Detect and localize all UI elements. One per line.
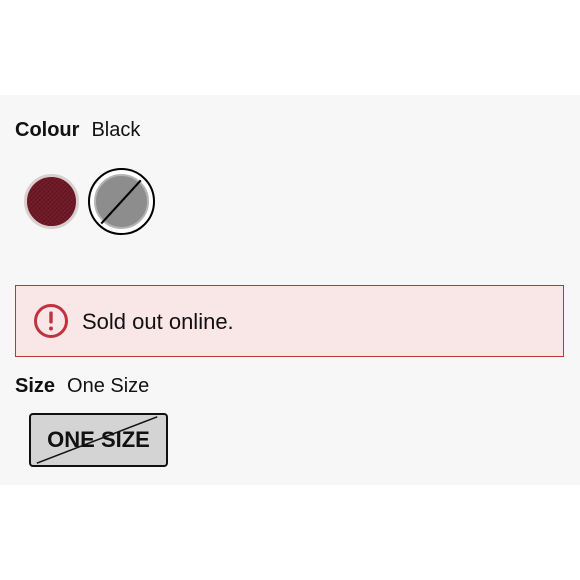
colour-label: Colour [15,119,80,141]
unavailable-strike-icon [36,416,158,464]
exclamation-circle-icon [34,304,68,338]
colour-swatch-black[interactable] [88,168,155,235]
colour-selected-value: Black [91,119,141,141]
colour-swatch-red[interactable] [24,174,79,229]
size-label: Size [15,375,56,397]
size-option-button[interactable]: ONE SIZE [29,413,168,467]
colour-row: Colour Black [15,117,140,143]
alert-message: Sold out online. [82,309,234,334]
size-selected-value: One Size [67,375,150,397]
size-row: Size One Size [15,373,149,399]
sold-out-alert: Sold out online. [15,285,564,357]
unavailable-strike-icon [100,179,142,225]
